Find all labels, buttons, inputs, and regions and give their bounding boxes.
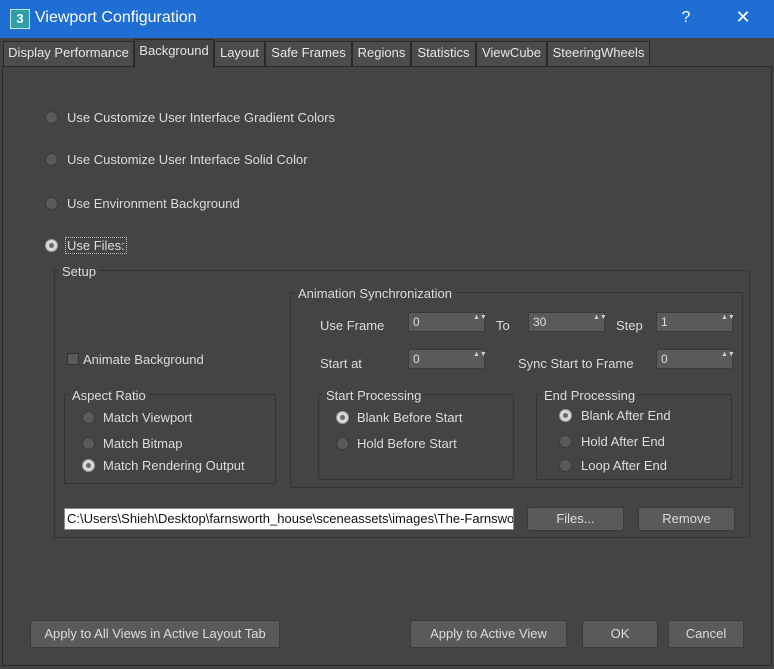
spinner-arrows-icon[interactable]: ▲▼	[593, 314, 607, 322]
radio-environment-background-label[interactable]: Use Environment Background	[67, 196, 240, 211]
use-frame-value[interactable]: 0	[413, 315, 420, 329]
use-frame-label: Use Frame	[320, 318, 385, 333]
radio-match-bitmap[interactable]	[82, 437, 95, 450]
spinner-arrows-icon[interactable]: ▲▼	[721, 314, 735, 322]
sync-start-value[interactable]: 0	[661, 352, 668, 366]
radio-loop-after-end[interactable]	[559, 459, 572, 472]
file-path-input[interactable]: C:\Users\Shieh\Desktop\farnsworth_house\…	[64, 508, 514, 530]
aspect-ratio-group-title: Aspect Ratio	[69, 388, 149, 403]
setup-group-title: Setup	[59, 264, 99, 279]
animate-background-checkbox[interactable]	[67, 353, 79, 365]
tab-layout[interactable]: Layout	[214, 41, 265, 66]
start-processing-group-title: Start Processing	[323, 388, 425, 403]
spinner-arrows-icon[interactable]: ▲▼	[721, 351, 735, 359]
to-label: To	[496, 318, 510, 333]
tab-viewcube[interactable]: ViewCube	[476, 41, 547, 66]
radio-hold-after-end-label[interactable]: Hold After End	[581, 434, 665, 449]
radio-loop-after-end-label[interactable]: Loop After End	[581, 458, 667, 473]
spinner-arrows-icon[interactable]: ▲▼	[473, 314, 487, 322]
sync-start-spinner[interactable]: 0 ▲▼	[656, 349, 735, 369]
animation-sync-group-title: Animation Synchronization	[295, 286, 455, 301]
cancel-button[interactable]: Cancel	[668, 620, 744, 648]
files-button[interactable]: Files...	[527, 507, 624, 531]
apply-all-views-button[interactable]: Apply to All Views in Active Layout Tab	[30, 620, 280, 648]
step-spinner[interactable]: 1 ▲▼	[656, 312, 735, 332]
radio-match-viewport[interactable]	[82, 411, 95, 424]
app-icon: 3	[10, 9, 30, 29]
radio-match-bitmap-label[interactable]: Match Bitmap	[103, 436, 182, 451]
radio-solid-color[interactable]	[45, 153, 58, 166]
radio-blank-before-start[interactable]	[336, 411, 349, 424]
tab-display-performance[interactable]: Display Performance	[3, 41, 134, 66]
to-frame-spinner[interactable]: 30 ▲▼	[528, 312, 607, 332]
tab-regions[interactable]: Regions	[352, 41, 411, 66]
ok-button[interactable]: OK	[582, 620, 658, 648]
use-frame-spinner[interactable]: 0 ▲▼	[408, 312, 487, 332]
step-label: Step	[616, 318, 643, 333]
radio-match-rendering-output-label[interactable]: Match Rendering Output	[103, 458, 245, 473]
radio-hold-before-start-label[interactable]: Hold Before Start	[357, 436, 457, 451]
radio-match-rendering-output[interactable]	[82, 459, 95, 472]
start-at-label: Start at	[320, 356, 362, 371]
tab-statistics[interactable]: Statistics	[411, 41, 476, 66]
to-frame-value[interactable]: 30	[533, 315, 546, 329]
radio-match-viewport-label[interactable]: Match Viewport	[103, 410, 192, 425]
radio-use-files-label[interactable]: Use Files:	[65, 237, 127, 254]
radio-blank-after-end-label[interactable]: Blank After End	[581, 408, 671, 423]
animate-background-label[interactable]: Animate Background	[83, 352, 204, 367]
start-at-value[interactable]: 0	[413, 352, 420, 366]
radio-solid-color-label[interactable]: Use Customize User Interface Solid Color	[67, 152, 308, 167]
help-icon[interactable]: ?	[678, 9, 694, 27]
tab-background[interactable]: Background	[134, 39, 214, 67]
close-icon[interactable]: ✕	[733, 7, 753, 28]
radio-hold-before-start[interactable]	[336, 437, 349, 450]
step-value[interactable]: 1	[661, 315, 668, 329]
radio-hold-after-end[interactable]	[559, 435, 572, 448]
radio-gradient-colors[interactable]	[45, 111, 58, 124]
remove-button[interactable]: Remove	[638, 507, 735, 531]
tab-safe-frames[interactable]: Safe Frames	[265, 41, 352, 66]
apply-active-view-button[interactable]: Apply to Active View	[410, 620, 567, 648]
sync-start-label: Sync Start to Frame	[518, 356, 634, 371]
radio-use-files[interactable]	[45, 239, 58, 252]
spinner-arrows-icon[interactable]: ▲▼	[473, 351, 487, 359]
radio-environment-background[interactable]	[45, 197, 58, 210]
tab-steeringwheels[interactable]: SteeringWheels	[547, 41, 650, 66]
start-at-spinner[interactable]: 0 ▲▼	[408, 349, 487, 369]
radio-gradient-colors-label[interactable]: Use Customize User Interface Gradient Co…	[67, 110, 335, 125]
end-processing-group-title: End Processing	[541, 388, 639, 403]
radio-blank-before-start-label[interactable]: Blank Before Start	[357, 410, 463, 425]
radio-blank-after-end[interactable]	[559, 409, 572, 422]
window-title: Viewport Configuration	[35, 9, 197, 26]
